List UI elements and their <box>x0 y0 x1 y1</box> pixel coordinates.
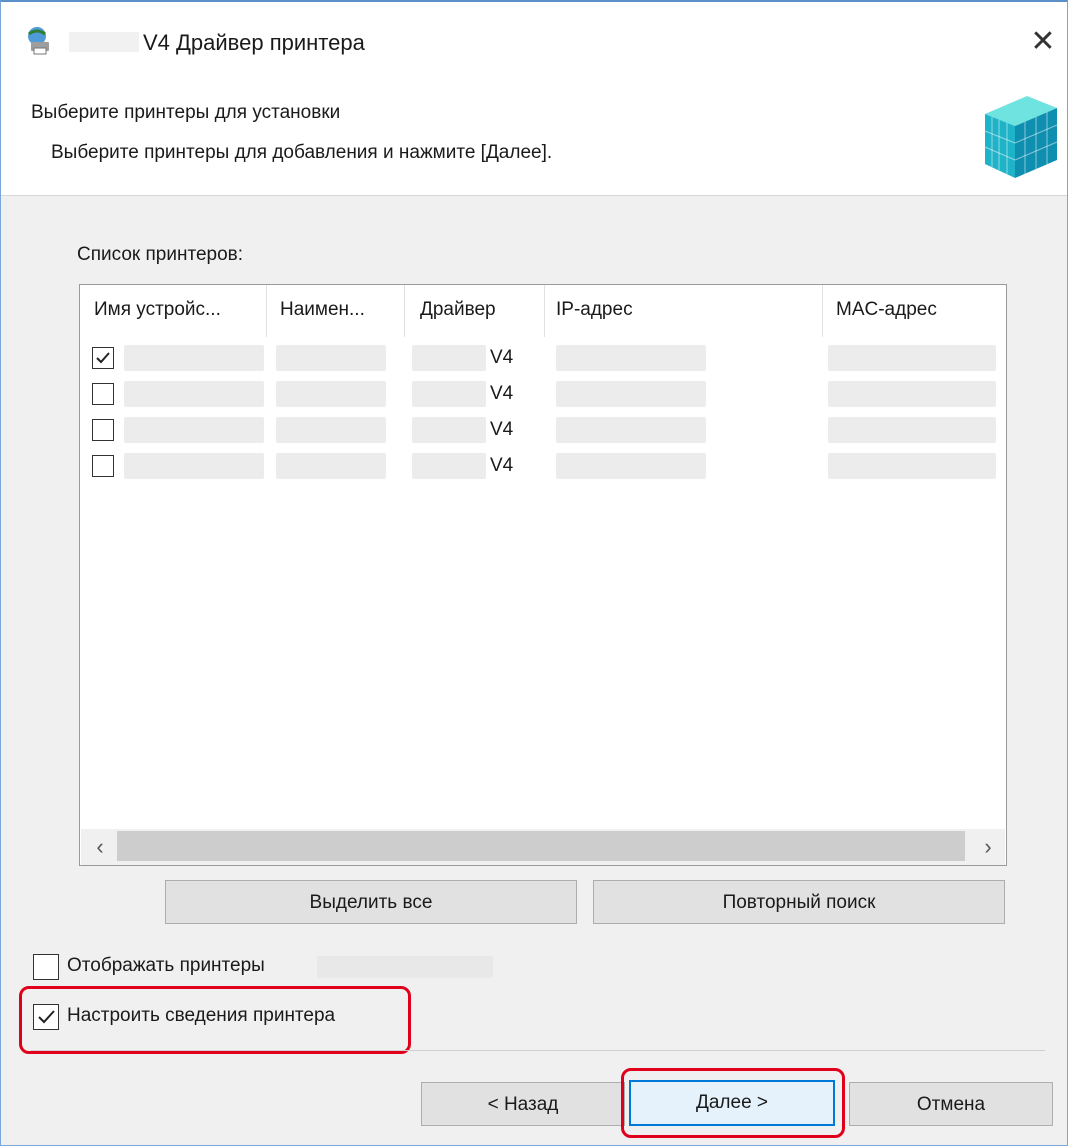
back-button[interactable]: < Назад <box>421 1082 625 1126</box>
redacted-cell <box>828 381 996 407</box>
printer-list-label: Список принтеров: <box>77 244 244 265</box>
driver-cell: V4 <box>490 347 514 368</box>
redacted-cell <box>556 453 706 479</box>
redacted-cell <box>556 345 706 371</box>
redacted-cell <box>828 453 996 479</box>
show-printers-checkbox[interactable] <box>33 954 59 980</box>
driver-cell: V4 <box>490 455 514 476</box>
redacted-cell <box>412 381 486 407</box>
horizontal-scrollbar[interactable]: ‹ › <box>81 829 1005 865</box>
redacted-cell <box>276 345 386 371</box>
search-again-button[interactable]: Повторный поиск <box>593 880 1005 924</box>
checkmark-icon <box>38 1010 55 1024</box>
show-printers-label: Отображать принтеры <box>67 955 265 976</box>
redacted-cell <box>276 453 386 479</box>
redacted-cell <box>124 453 264 479</box>
redacted-cell <box>124 417 264 443</box>
printer-list[interactable]: Имя устройс... Наимен... Драйвер IP-адре… <box>79 284 1007 866</box>
redacted-cell <box>556 417 706 443</box>
row-checkbox[interactable] <box>92 455 114 477</box>
title-redacted-area <box>69 32 139 52</box>
checkmark-icon <box>96 352 110 364</box>
redacted-cell <box>828 417 996 443</box>
close-button[interactable]: ✕ <box>1021 20 1065 64</box>
redacted-cell <box>276 417 386 443</box>
printer-globe-icon <box>28 27 49 55</box>
footer-divider <box>31 1050 1045 1051</box>
window-title: V4 Драйвер принтера <box>143 30 365 55</box>
row-checkbox[interactable] <box>92 419 114 441</box>
table-row[interactable]: V4 <box>80 415 1006 451</box>
configure-info-label: Настроить сведения принтера <box>67 1005 336 1026</box>
redacted-cell <box>556 381 706 407</box>
next-button[interactable]: Далее > <box>629 1080 835 1126</box>
column-header-mac-address[interactable]: MAC-адрес <box>836 299 937 321</box>
column-separator[interactable] <box>822 285 823 337</box>
column-header-product-name[interactable]: Наимен... <box>280 299 365 321</box>
table-row[interactable]: V4 <box>80 343 1006 379</box>
row-checkbox[interactable] <box>92 383 114 405</box>
column-header-driver[interactable]: Драйвер <box>420 299 496 321</box>
redacted-cell <box>412 453 486 479</box>
product-cube-icon <box>984 96 1058 178</box>
driver-cell: V4 <box>490 419 514 440</box>
scrollbar-thumb[interactable] <box>117 831 965 861</box>
column-separator[interactable] <box>266 285 267 337</box>
table-row[interactable]: V4 <box>80 451 1006 487</box>
column-separator[interactable] <box>544 285 545 337</box>
configure-info-checkbox[interactable] <box>33 1004 59 1030</box>
select-all-button[interactable]: Выделить все <box>165 880 577 924</box>
redacted-cell <box>412 417 486 443</box>
page-subheading: Выберите принтеры для добавления и нажми… <box>51 142 553 163</box>
redacted-cell <box>276 381 386 407</box>
redacted-area <box>317 956 493 978</box>
title-bar: V4 Драйвер принтера ✕ <box>1 2 1067 82</box>
driver-cell: V4 <box>490 383 514 404</box>
page-header: Выберите принтеры для установки Выберите… <box>1 82 1067 196</box>
redacted-cell <box>412 345 486 371</box>
column-header-device-name[interactable]: Имя устройс... <box>94 299 221 321</box>
page-heading: Выберите принтеры для установки <box>31 102 341 123</box>
column-separator[interactable] <box>404 285 405 337</box>
redacted-cell <box>124 381 264 407</box>
redacted-cell <box>828 345 996 371</box>
scroll-right-icon[interactable]: › <box>973 833 1003 861</box>
row-checkbox[interactable] <box>92 347 114 369</box>
column-header-ip-address[interactable]: IP-адрес <box>556 299 633 321</box>
cancel-button[interactable]: Отмена <box>849 1082 1053 1126</box>
scroll-left-icon[interactable]: ‹ <box>85 833 115 861</box>
installer-window: V4 Драйвер принтера ✕ Выберите принтеры … <box>0 0 1068 1146</box>
table-row[interactable]: V4 <box>80 379 1006 415</box>
redacted-cell <box>124 345 264 371</box>
